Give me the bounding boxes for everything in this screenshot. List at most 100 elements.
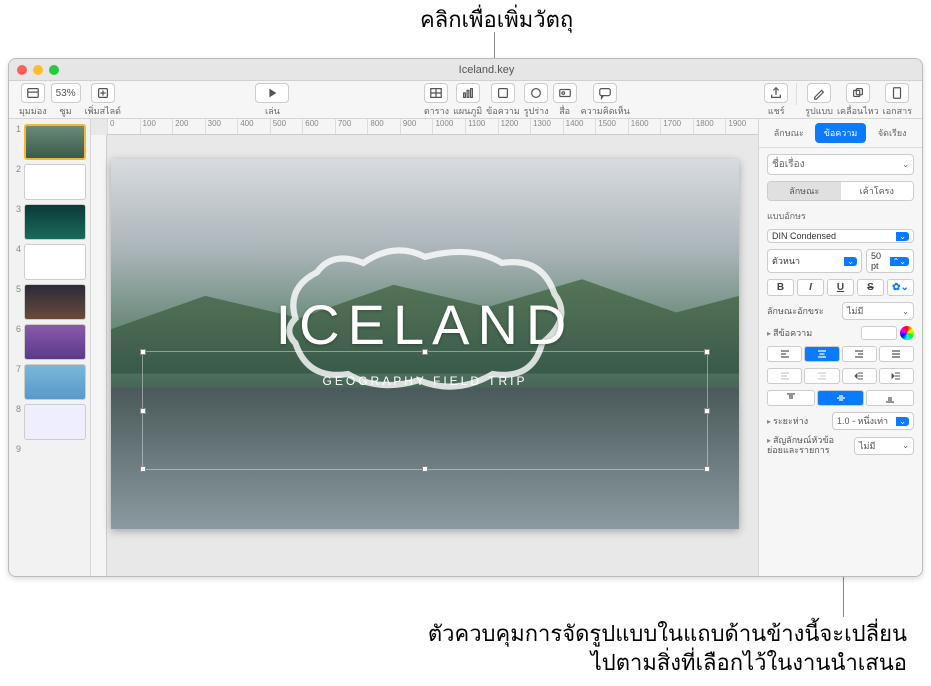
- table-button[interactable]: [424, 83, 448, 103]
- selection-box[interactable]: [142, 351, 707, 469]
- vertical-ruler: [91, 135, 107, 576]
- bold-button[interactable]: B: [767, 279, 794, 296]
- typeface-select[interactable]: ตัวหนา⌄: [767, 249, 862, 273]
- seg-style[interactable]: ลักษณะ: [768, 182, 841, 200]
- slide-thumb-5[interactable]: 5: [13, 284, 86, 320]
- indent-button[interactable]: [879, 368, 914, 384]
- comment-button[interactable]: [593, 83, 617, 103]
- resize-handle[interactable]: [140, 466, 146, 472]
- play-label: เล่น: [265, 104, 280, 118]
- text-label: ข้อความ: [486, 104, 520, 118]
- slide-thumb-6[interactable]: 6: [13, 324, 86, 360]
- toolbar: มุมมอง 53% ซูม เพิ่มสไลด์ เล่น ตาราง แผน…: [9, 81, 922, 119]
- tab-style[interactable]: ลักษณะ: [763, 123, 815, 143]
- char-style-gear-button[interactable]: ✿⌄: [887, 279, 914, 296]
- slide-navigator[interactable]: 1 2 3 4 5 6 7 8 9: [9, 119, 91, 576]
- close-window-button[interactable]: [17, 65, 27, 75]
- bullets-label: ▸สัญลักษณ์หัวข้อย่อยและรายการ: [767, 436, 847, 456]
- color-wheel-button[interactable]: [900, 326, 914, 340]
- slide-canvas[interactable]: 0100200300400500600700800900100011001200…: [91, 119, 758, 576]
- separator: [796, 83, 797, 105]
- callout-inspector: ตัวควบคุมการจัดรูปแบบในแถบด้านข้างนี้จะเ…: [428, 619, 907, 678]
- text-button[interactable]: [491, 83, 515, 103]
- style-layout-segment[interactable]: ลักษณะ เค้าโครง: [767, 181, 914, 201]
- titlebar: Iceland.key: [9, 59, 922, 81]
- italic-button[interactable]: I: [797, 279, 824, 296]
- comment-label: ความคิดเห็น: [581, 104, 630, 118]
- view-label: มุมมอง: [19, 104, 47, 118]
- content-area: 1 2 3 4 5 6 7 8 9 0100200300400500600700…: [9, 119, 922, 576]
- view-button[interactable]: [21, 83, 45, 103]
- app-window: Iceland.key มุมมอง 53% ซูม เพิ่มสไลด์ เล…: [8, 58, 923, 577]
- spacing-select[interactable]: 1.0 - หนึ่งเท่า⌄: [832, 412, 914, 430]
- thumbnail: [24, 124, 86, 160]
- shape-label: รูปร่าง: [524, 104, 549, 118]
- seg-layout[interactable]: เค้าโครง: [841, 182, 914, 200]
- resize-handle[interactable]: [704, 408, 710, 414]
- slide-thumb-9[interactable]: 9: [13, 444, 86, 454]
- play-button[interactable]: [255, 83, 289, 103]
- media-button[interactable]: [553, 83, 577, 103]
- minimize-window-button[interactable]: [33, 65, 43, 75]
- slide-thumb-7[interactable]: 7: [13, 364, 86, 400]
- resize-handle[interactable]: [422, 349, 428, 355]
- resize-handle[interactable]: [422, 466, 428, 472]
- resize-handle[interactable]: [140, 349, 146, 355]
- paragraph-style-select[interactable]: ชื่อเรื่อง⌄: [767, 154, 914, 175]
- share-label: แชร์: [768, 104, 785, 118]
- indent-group: [767, 368, 914, 384]
- align-natural-button[interactable]: [804, 368, 839, 384]
- char-style-label: ลักษณะอักขระ: [767, 304, 824, 318]
- animate-button[interactable]: [846, 83, 870, 103]
- document-label: เอกสาร: [883, 104, 912, 118]
- align-left-button[interactable]: [767, 346, 802, 362]
- shape-button[interactable]: [524, 83, 548, 103]
- share-button[interactable]: [764, 83, 788, 103]
- slide-title[interactable]: ICELAND: [111, 292, 739, 357]
- resize-handle[interactable]: [704, 466, 710, 472]
- thumbnail: [24, 324, 86, 360]
- chart-button[interactable]: [456, 83, 480, 103]
- resize-handle[interactable]: [140, 408, 146, 414]
- zoom-select[interactable]: 53%: [51, 83, 81, 103]
- text-color-swatch[interactable]: [861, 326, 897, 340]
- valign-middle-button[interactable]: [817, 390, 865, 406]
- callout-line: [494, 32, 495, 58]
- slide[interactable]: ICELAND GEOGRAPHY FIELD TRIP: [111, 159, 739, 529]
- document-title: Iceland.key: [59, 64, 914, 76]
- tab-arrange[interactable]: จัดเรียง: [866, 123, 918, 143]
- strike-button[interactable]: S: [857, 279, 884, 296]
- font-size-stepper[interactable]: 50 pt⌃⌄: [866, 249, 914, 273]
- char-style-select[interactable]: ไม่มี⌄: [842, 302, 914, 320]
- thumbnail: [24, 404, 86, 440]
- resize-handle[interactable]: [704, 349, 710, 355]
- spacing-label: ▸ระยะห่าง: [767, 414, 808, 428]
- slide-thumb-2[interactable]: 2: [13, 164, 86, 200]
- slide-thumb-4[interactable]: 4: [13, 244, 86, 280]
- format-label: รูปแบบ: [805, 104, 833, 118]
- align-auto-button[interactable]: [767, 368, 802, 384]
- add-slide-button[interactable]: [91, 83, 115, 103]
- slide-thumb-3[interactable]: 3: [13, 204, 86, 240]
- align-right-button[interactable]: [842, 346, 877, 362]
- zoom-window-button[interactable]: [49, 65, 59, 75]
- thumbnail: [24, 364, 86, 400]
- slide-thumb-8[interactable]: 8: [13, 404, 86, 440]
- align-center-button[interactable]: [804, 346, 839, 362]
- font-family-select[interactable]: DIN Condensed⌄: [767, 229, 914, 243]
- horizontal-ruler: 0100200300400500600700800900100011001200…: [107, 119, 758, 135]
- callout-add-object: คลิกเพื่อเพิ่มวัตถุ: [420, 2, 573, 37]
- underline-button[interactable]: U: [827, 279, 854, 296]
- document-button[interactable]: [885, 83, 909, 103]
- valign-top-button[interactable]: [767, 390, 815, 406]
- outdent-button[interactable]: [842, 368, 877, 384]
- format-button[interactable]: [807, 83, 831, 103]
- valign-bottom-button[interactable]: [866, 390, 914, 406]
- text-color-label: ▸สีข้อความ: [767, 326, 812, 340]
- bullets-select[interactable]: ไม่มี⌄: [854, 437, 914, 455]
- tab-text[interactable]: ข้อความ: [815, 123, 867, 143]
- inspector-tabs: ลักษณะ ข้อความ จัดเรียง: [759, 119, 922, 148]
- thumbnail: [24, 164, 86, 200]
- slide-thumb-1[interactable]: 1: [13, 124, 86, 160]
- align-justify-button[interactable]: [879, 346, 914, 362]
